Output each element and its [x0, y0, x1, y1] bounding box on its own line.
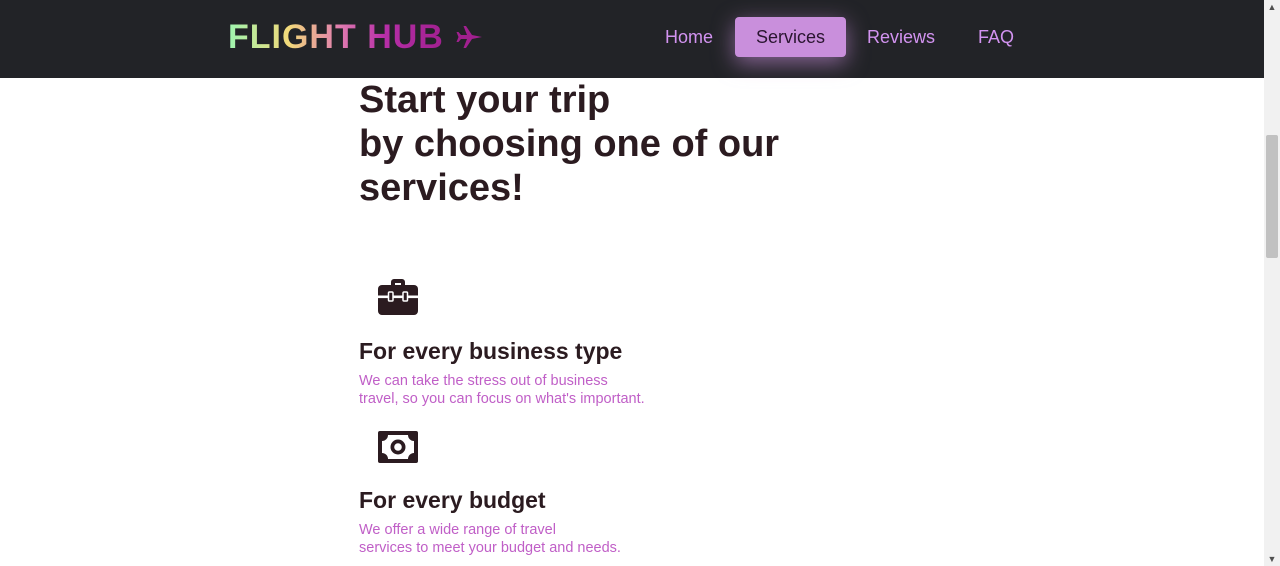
plane-icon	[456, 26, 482, 48]
logo-text: FLIGHT HUB	[228, 17, 444, 56]
hero-line-2: by choosing one of our services!	[359, 123, 780, 209]
logo[interactable]: FLIGHT HUB	[228, 17, 484, 57]
hero-heading: Start your trip by choosing one of our s…	[359, 78, 879, 210]
scrollbar-thumb[interactable]	[1266, 135, 1278, 258]
nav-reviews-link[interactable]: Reviews	[860, 17, 942, 57]
hero-line-1: Start your trip	[359, 79, 611, 121]
briefcase-icon	[378, 279, 418, 315]
money-bill-icon	[378, 431, 418, 463]
nav-faq-link[interactable]: FAQ	[969, 17, 1023, 57]
nav-home-link[interactable]: Home	[657, 17, 721, 57]
feature-desc-budget: We offer a wide range of travel services…	[359, 522, 621, 556]
navbar: FLIGHT HUB Home Services Reviews FAQ	[0, 0, 1264, 78]
nav-services-link[interactable]: Services	[735, 17, 846, 57]
vertical-scrollbar[interactable]: ▲ ▼	[1264, 0, 1280, 566]
scroll-up-arrow-icon[interactable]: ▲	[1264, 0, 1280, 14]
feature-title-business: For every business type	[359, 338, 623, 364]
feature-title-budget: For every budget	[359, 487, 546, 513]
scroll-down-arrow-icon[interactable]: ▼	[1264, 552, 1280, 566]
feature-desc-business: We can take the stress out of business t…	[359, 373, 645, 407]
